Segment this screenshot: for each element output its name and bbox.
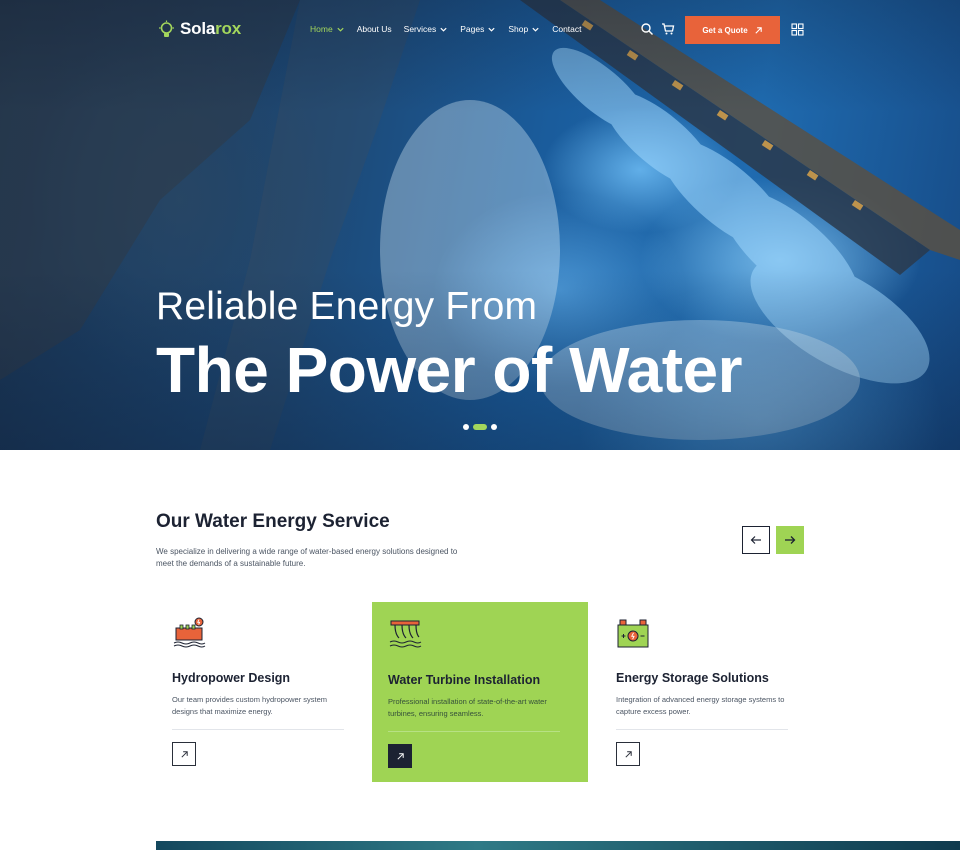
arrow-up-right-icon: [180, 750, 188, 758]
lightbulb-icon: [159, 20, 174, 37]
card-link-button[interactable]: [388, 744, 412, 768]
card-text: Integration of advanced energy storage s…: [616, 695, 785, 716]
nav-item-pages[interactable]: Pages: [460, 24, 496, 34]
nav-item-services[interactable]: Services: [404, 24, 449, 34]
services-next-button[interactable]: [776, 526, 804, 554]
nav-item-about[interactable]: About Us: [357, 24, 392, 34]
chevron-down-icon: [532, 27, 539, 32]
chevron-down-icon: [337, 27, 344, 32]
cart-icon[interactable]: [661, 22, 675, 36]
main-menu: Home About Us Services Pages Shop Contac…: [310, 24, 582, 34]
logo[interactable]: Solarox: [158, 19, 241, 39]
slider-pagination: [463, 424, 497, 430]
service-card-turbine: Water Turbine Installation Professional …: [372, 602, 588, 782]
arrow-up-right-icon: [396, 752, 404, 760]
arrow-left-icon: [750, 536, 761, 544]
slider-dot-2[interactable]: [473, 424, 487, 430]
services-title: Our Water Energy Service: [156, 511, 390, 532]
card-link-button[interactable]: [616, 742, 640, 766]
card-text: Our team provides custom hydropower syst…: [172, 695, 328, 716]
card-title: Hydropower Design: [172, 671, 291, 685]
service-card-hydropower: Hydropower Design Our team provides cust…: [156, 602, 372, 782]
card-divider: [388, 731, 560, 732]
grid-icon[interactable]: [791, 23, 804, 36]
service-card-storage: Energy Storage Solutions Integration of …: [600, 602, 816, 782]
hero-heading: The Power of Water: [156, 334, 743, 406]
card-divider: [172, 729, 344, 730]
arrow-up-right-icon: [624, 750, 632, 758]
arrow-up-right-icon: [755, 26, 762, 34]
turbine-icon: [389, 620, 422, 648]
hero-subheading: Reliable Energy From: [156, 285, 538, 328]
services-prev-button[interactable]: [742, 526, 770, 554]
slider-dot-3[interactable]: [491, 424, 497, 430]
card-text: Professional installation of state-of-th…: [388, 697, 547, 718]
chevron-down-icon: [488, 27, 495, 32]
nav-item-contact[interactable]: Contact: [552, 24, 581, 34]
slider-dot-1[interactable]: [463, 424, 469, 430]
nav-item-shop[interactable]: Shop: [508, 24, 540, 34]
chevron-down-icon: [440, 27, 447, 32]
top-navigation: Solarox Home About Us Services Pages Sho…: [0, 0, 960, 60]
hydropower-icon: [173, 617, 206, 648]
card-link-button[interactable]: [172, 742, 196, 766]
next-section-image-edge: [156, 841, 960, 850]
services-description: We specialize in delivering a wide range…: [156, 547, 458, 568]
hero-section: Solarox Home About Us Services Pages Sho…: [0, 0, 960, 450]
get-a-quote-button[interactable]: Get a Quote: [685, 16, 780, 44]
card-title: Energy Storage Solutions: [616, 671, 769, 685]
search-icon[interactable]: [640, 22, 654, 36]
battery-icon: [617, 619, 649, 648]
brand-name: Solarox: [180, 19, 241, 38]
nav-item-home[interactable]: Home: [310, 24, 345, 34]
card-divider: [616, 729, 788, 730]
card-title: Water Turbine Installation: [388, 673, 541, 687]
arrow-right-icon: [785, 536, 796, 544]
